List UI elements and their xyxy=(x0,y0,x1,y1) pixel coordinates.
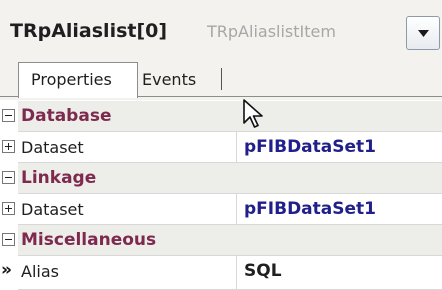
object-inspector: TRpAliaslist[0] TRpAliaslistItem Propert… xyxy=(0,0,442,290)
category-row-database[interactable]: Database xyxy=(0,101,442,132)
property-value[interactable]: pFIBDataSet1 xyxy=(244,137,376,157)
row-gutter: » xyxy=(0,256,18,290)
property-grid: Database Dataset pFIBDataSet1 Linkage Da… xyxy=(0,101,442,290)
tab-properties[interactable]: Properties xyxy=(18,62,138,98)
property-row-dataset[interactable]: Dataset pFIBDataSet1 xyxy=(0,194,442,225)
row-gutter xyxy=(0,194,18,225)
tab-separator xyxy=(221,68,222,90)
tab-events[interactable]: Events xyxy=(142,66,196,94)
object-name: TRpAliaslist[0] xyxy=(10,20,168,42)
property-name: Dataset xyxy=(21,138,84,157)
column-divider[interactable] xyxy=(236,256,237,290)
column-divider[interactable] xyxy=(236,132,237,163)
chevron-down-icon xyxy=(418,30,429,37)
collapse-icon[interactable] xyxy=(2,233,15,246)
property-name: Alias xyxy=(21,262,59,281)
category-label: Database xyxy=(21,106,112,126)
column-divider[interactable] xyxy=(236,194,237,225)
row-gutter xyxy=(0,225,18,256)
category-label: Miscellaneous xyxy=(21,230,157,250)
property-name: Dataset xyxy=(21,200,84,219)
object-dropdown-button[interactable] xyxy=(406,16,440,50)
property-value[interactable]: SQL xyxy=(244,261,282,281)
category-row-miscellaneous[interactable]: Miscellaneous xyxy=(0,225,442,256)
selected-row-marker: » xyxy=(1,260,12,280)
row-gutter xyxy=(0,101,18,132)
row-gutter xyxy=(0,163,18,194)
category-row-linkage[interactable]: Linkage xyxy=(0,163,442,194)
expand-icon[interactable] xyxy=(2,202,15,215)
expand-icon[interactable] xyxy=(2,140,15,153)
object-type: TRpAliaslistItem xyxy=(207,22,336,41)
category-label: Linkage xyxy=(21,168,97,188)
collapse-icon[interactable] xyxy=(2,171,15,184)
property-row-alias[interactable]: » Alias SQL xyxy=(0,256,442,290)
property-row-dataset[interactable]: Dataset pFIBDataSet1 xyxy=(0,132,442,163)
mouse-pointer-icon xyxy=(243,99,263,128)
row-gutter xyxy=(0,132,18,163)
collapse-icon[interactable] xyxy=(2,109,15,122)
property-value[interactable]: pFIBDataSet1 xyxy=(244,199,376,219)
